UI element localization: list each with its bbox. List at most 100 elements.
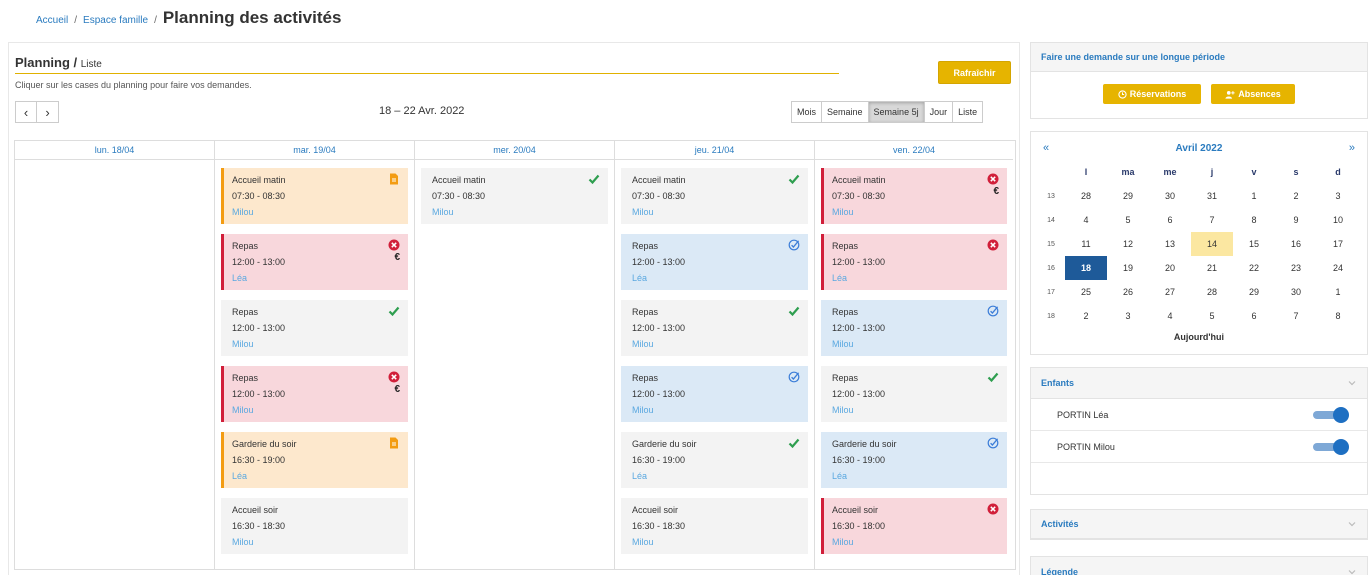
activity-event[interactable]: Accueil soir 16:30 - 18:00 Milou [821, 498, 1007, 554]
mini-calendar-day[interactable]: 2 [1065, 304, 1107, 328]
breadcrumb-family-link[interactable]: Espace famille [83, 15, 148, 26]
activity-event[interactable]: Accueil matin 07:30 - 08:30 Milou [621, 168, 808, 224]
mini-calendar-day[interactable]: 31 [1191, 184, 1233, 208]
mini-calendar-day[interactable]: 6 [1233, 304, 1275, 328]
mini-calendar-day[interactable]: 12 [1107, 232, 1149, 256]
day-column[interactable]: jeu. 21/04 Accueil matin 07:30 - 08:30 Milo… [615, 141, 815, 569]
activity-event[interactable]: Repas 12:00 - 13:00 Léa [821, 234, 1007, 290]
activity-event[interactable]: Accueil matin 07:30 - 08:30 Milou [421, 168, 608, 224]
day-column[interactable]: ven. 22/04 Accueil matin 07:30 - 08:30 Milo… [815, 141, 1013, 569]
event-title: Repas [832, 307, 859, 317]
mini-calendar-day[interactable]: 3 [1317, 184, 1359, 208]
event-title: Accueil matin [432, 175, 486, 185]
day-column[interactable]: mar. 19/04 Accueil matin 07:30 - 08:30 Milo… [215, 141, 415, 569]
activity-event[interactable]: Repas 12:00 - 13:00 Milou [221, 300, 408, 356]
event-time: 16:30 - 19:00 [832, 455, 886, 465]
mini-calendar-day[interactable]: 29 [1233, 280, 1275, 304]
mini-calendar: « Avril 2022 » l ma me j v s d 13 28 29 30 31 1 2 3 14 4… [1031, 136, 1367, 342]
mini-calendar-day[interactable]: 4 [1149, 304, 1191, 328]
absences-button[interactable]: Absences [1211, 84, 1295, 104]
mini-calendar-header: « Avril 2022 » [1031, 136, 1367, 160]
children-panel-header[interactable]: Enfants [1031, 368, 1367, 399]
activity-event[interactable]: Repas 12:00 - 13:00 Léa [621, 234, 808, 290]
prev-week-button[interactable]: ‹ [15, 101, 37, 123]
reservations-button[interactable]: Réservations [1103, 84, 1201, 104]
mini-calendar-day[interactable]: 11 [1065, 232, 1107, 256]
mini-calendar-day[interactable]: 8 [1317, 304, 1359, 328]
activities-panel-header[interactable]: Activités [1031, 510, 1367, 539]
mini-calendar-day[interactable]: 28 [1191, 280, 1233, 304]
event-child: Milou [432, 207, 454, 217]
activity-event[interactable]: Repas 12:00 - 13:00 Milou [821, 366, 1007, 422]
mini-calendar-today-button[interactable]: Aujourd'hui [1031, 332, 1367, 342]
mini-calendar-day[interactable]: 6 [1149, 208, 1191, 232]
event-title: Repas [232, 307, 259, 317]
mini-calendar-day[interactable]: 26 [1107, 280, 1149, 304]
mini-calendar-day[interactable]: 13 [1149, 232, 1191, 256]
activity-event[interactable]: Accueil matin 07:30 - 08:30 Milou € [821, 168, 1007, 224]
mini-calendar-day[interactable]: 22 [1233, 256, 1275, 280]
view-button-liste[interactable]: Liste [953, 101, 984, 123]
mini-calendar-day[interactable]: 21 [1191, 256, 1233, 280]
mini-calendar-day[interactable]: 3 [1107, 304, 1149, 328]
mini-calendar-day[interactable]: 2 [1275, 184, 1317, 208]
view-button-jour[interactable]: Jour [924, 101, 954, 123]
date-range: 18 – 22 Avr. 2022 [379, 105, 465, 117]
view-button-semaine-5j[interactable]: Semaine 5j [868, 101, 925, 123]
event-child: Léa [232, 471, 248, 481]
mini-calendar-day[interactable]: 24 [1317, 256, 1359, 280]
mini-calendar-day[interactable]: 27 [1149, 280, 1191, 304]
mini-calendar-day[interactable]: 1 [1317, 280, 1359, 304]
child-toggle[interactable] [1313, 438, 1349, 455]
mini-calendar-day[interactable]: 25 [1065, 280, 1107, 304]
event-child: Milou [832, 207, 854, 217]
child-row: PORTIN Milou [1031, 431, 1367, 463]
activity-event[interactable]: Repas 12:00 - 13:00 Milou [621, 300, 808, 356]
mini-calendar-day[interactable]: 19 [1107, 256, 1149, 280]
mini-calendar-day[interactable]: 7 [1191, 208, 1233, 232]
activity-event[interactable]: Repas 12:00 - 13:00 Léa € [221, 234, 408, 290]
day-header: jeu. 21/04 [615, 141, 814, 160]
mini-calendar-today[interactable]: 14 [1191, 232, 1233, 256]
view-button-mois[interactable]: Mois [791, 101, 823, 123]
mini-calendar-day[interactable]: 20 [1149, 256, 1191, 280]
mini-calendar-next-button[interactable]: » [1349, 142, 1355, 154]
mini-calendar-day[interactable]: 5 [1191, 304, 1233, 328]
day-column[interactable]: mer. 20/04 Accueil matin 07:30 - 08:30 Milo… [415, 141, 615, 569]
mini-calendar-day[interactable]: 17 [1317, 232, 1359, 256]
next-week-button[interactable]: › [37, 101, 59, 123]
activity-event[interactable]: Repas 12:00 - 13:00 Milou [821, 300, 1007, 356]
mini-calendar-day[interactable]: 29 [1107, 184, 1149, 208]
child-toggle[interactable] [1313, 406, 1349, 423]
mini-calendar-day[interactable]: 7 [1275, 304, 1317, 328]
mini-calendar-prev-button[interactable]: « [1043, 142, 1049, 154]
pending-document-icon [388, 173, 400, 185]
mini-calendar-day[interactable]: 30 [1149, 184, 1191, 208]
activity-event[interactable]: Accueil soir 16:30 - 18:30 Milou [221, 498, 408, 554]
day-column[interactable]: lun. 18/04 [15, 141, 215, 569]
mini-calendar-day[interactable]: 30 [1275, 280, 1317, 304]
breadcrumb-home-link[interactable]: Accueil [36, 15, 68, 26]
activity-event[interactable]: Repas 12:00 - 13:00 Milou € [221, 366, 408, 422]
mini-calendar-day[interactable]: 15 [1233, 232, 1275, 256]
mini-calendar-day[interactable]: 4 [1065, 208, 1107, 232]
mini-calendar-day[interactable]: 16 [1275, 232, 1317, 256]
mini-calendar-day[interactable]: 5 [1107, 208, 1149, 232]
activity-event[interactable]: Accueil matin 07:30 - 08:30 Milou [221, 168, 408, 224]
activity-event[interactable]: Accueil soir 16:30 - 18:30 Milou [621, 498, 808, 554]
refresh-button[interactable]: Rafraîchir [938, 61, 1011, 84]
activity-event[interactable]: Garderie du soir 16:30 - 19:00 Léa [621, 432, 808, 488]
view-button-semaine[interactable]: Semaine [822, 101, 869, 123]
mini-calendar-day[interactable]: 8 [1233, 208, 1275, 232]
mini-calendar-selected-day[interactable]: 18 [1065, 256, 1107, 280]
mini-calendar-day[interactable]: 28 [1065, 184, 1107, 208]
activity-event[interactable]: Repas 12:00 - 13:00 Milou [621, 366, 808, 422]
activity-event[interactable]: Garderie du soir 16:30 - 19:00 Léa [821, 432, 1007, 488]
mini-calendar-day[interactable]: 10 [1317, 208, 1359, 232]
activity-event[interactable]: Garderie du soir 16:30 - 19:00 Léa [221, 432, 408, 488]
legend-panel-header[interactable]: Légende [1031, 557, 1367, 575]
request-sent-icon [788, 371, 800, 383]
mini-calendar-day[interactable]: 9 [1275, 208, 1317, 232]
mini-calendar-day[interactable]: 23 [1275, 256, 1317, 280]
mini-calendar-day[interactable]: 1 [1233, 184, 1275, 208]
